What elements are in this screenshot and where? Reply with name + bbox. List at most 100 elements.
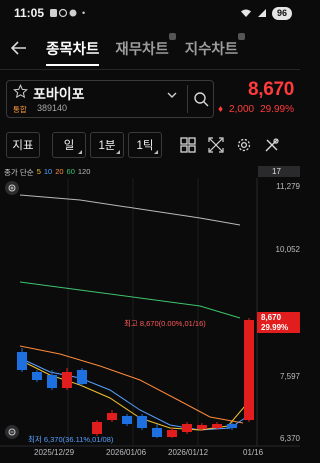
candle-up — [62, 372, 72, 388]
minute-button[interactable]: 1분 — [90, 132, 124, 158]
market-badge: 통합 — [13, 105, 27, 114]
back-arrow-icon — [11, 41, 26, 55]
notification-icons: • — [50, 8, 85, 18]
stock-selector[interactable]: 포바이포 통합 389140 — [6, 80, 214, 118]
tick-button[interactable]: 1틱 — [128, 132, 162, 158]
candle-down — [17, 352, 27, 370]
moving-average-legend: 종가 단순 5 10 20 60 120 — [4, 167, 90, 178]
chevron-down-icon — [167, 92, 177, 98]
status-time: 11:05 — [14, 6, 45, 20]
ma-120-line — [19, 194, 241, 226]
indicator-label: 지표 — [12, 140, 34, 152]
stock-name: 포바이포 — [33, 86, 85, 102]
candle-down — [227, 424, 237, 428]
candle-up — [212, 424, 222, 428]
minute-label: 1분 — [98, 140, 116, 152]
y-tick-label: 11,279 — [276, 182, 300, 191]
candle-up — [92, 422, 102, 434]
candle-down — [137, 416, 147, 428]
candles-group — [17, 318, 254, 438]
more-dot-icon: • — [82, 8, 86, 18]
tab-badge-icon — [168, 32, 176, 40]
chart-toolbar: 지표 일 1분 1틱 — [6, 132, 294, 158]
notification-icon — [50, 8, 77, 18]
candle-up — [167, 430, 177, 437]
grid-icon — [180, 137, 196, 153]
dropdown-corner-icon — [154, 150, 158, 154]
legend-ma-60: 60 — [66, 167, 75, 176]
signal-icon — [257, 9, 266, 17]
expand-icon — [208, 137, 224, 153]
price-tag-percent: 29.99% — [261, 323, 289, 332]
current-price: 8,670 — [247, 79, 294, 100]
layout-grid-button[interactable] — [174, 132, 202, 158]
tab-financial-chart[interactable]: 재무차트 — [115, 30, 176, 67]
dropdown-corner-icon — [78, 150, 82, 154]
search-button[interactable] — [187, 85, 213, 113]
tab-label: 종목차트 — [46, 41, 100, 58]
indicator-button[interactable]: 지표 — [6, 132, 40, 158]
zoom-out-icon — [8, 428, 15, 435]
settings-button[interactable] — [230, 132, 258, 158]
candle-down — [32, 372, 42, 380]
high-price-annotation: 최고 8,670(0.00%,01/16) — [124, 319, 206, 328]
price-tag-price: 8,670 — [261, 313, 282, 322]
tick-label: 1틱 — [136, 140, 154, 152]
period-label: 일 — [63, 140, 75, 152]
x-tick-label: 2026/01/12 — [168, 448, 209, 457]
x-tick-label: 2025/12/29 — [34, 448, 75, 457]
expand-button[interactable] — [202, 132, 230, 158]
price-change: ♦ 2,000 29.99% — [218, 104, 294, 115]
change-amount: 2,000 — [229, 104, 255, 115]
tab-label: 재무차트 — [115, 41, 169, 58]
ma-10-line — [19, 357, 246, 431]
tools-icon — [265, 138, 279, 152]
tab-label: 지수차트 — [184, 41, 239, 58]
candle-up — [244, 320, 254, 420]
candle-up — [107, 413, 117, 420]
legend-ma-20: 20 — [55, 167, 64, 176]
legend-ma-5: 5 — [36, 167, 41, 176]
zoom-in-icon — [8, 184, 15, 191]
visible-bar-count: 17 — [258, 166, 300, 177]
favorite-star-icon[interactable] — [13, 84, 28, 99]
tools-button[interactable] — [258, 132, 286, 158]
zoom-in-button[interactable] — [5, 181, 19, 195]
x-tick-label: 01/16 — [243, 448, 264, 457]
tab-badge-icon — [238, 32, 246, 40]
header-divider — [0, 69, 300, 70]
candle-down — [47, 375, 57, 388]
tab-index-chart[interactable]: 지수차트 — [184, 30, 246, 67]
low-price-annotation: 최저 6,370(36.11%,01/08) — [28, 435, 114, 444]
x-tick-label: 2026/01/06 — [106, 448, 147, 457]
change-percent: 29.99% — [260, 104, 294, 115]
ma-5-line — [19, 359, 246, 431]
period-day-button[interactable]: 일 — [52, 132, 86, 158]
search-icon — [193, 92, 208, 107]
y-tick-label: 10,052 — [275, 245, 300, 254]
y-tick-label: 6,370 — [279, 434, 300, 443]
ma-60-line — [19, 281, 241, 319]
app-header: 종목차트 재무차트 지수차트 — [0, 28, 300, 68]
zoom-out-button[interactable] — [5, 425, 19, 439]
candle-down — [77, 370, 87, 384]
gear-icon — [237, 138, 251, 152]
candle-up — [182, 424, 192, 432]
y-tick-label: 7,597 — [279, 372, 300, 381]
stock-code: 389140 — [37, 103, 68, 113]
wifi-icon — [240, 9, 251, 17]
battery-level: 96 — [271, 6, 292, 20]
candle-down — [122, 416, 132, 424]
ma-20-line — [19, 345, 244, 424]
current-price-tag: 8,670 29.99% — [257, 312, 300, 333]
candle-up — [197, 425, 207, 429]
legend-ma-10: 10 — [43, 167, 53, 176]
candle-down — [152, 428, 162, 437]
legend-prefix: 종가 단순 — [4, 168, 34, 177]
legend-ma-120: 120 — [77, 167, 91, 176]
back-button[interactable] — [2, 31, 36, 65]
up-arrow-icon: ♦ — [217, 104, 224, 115]
dropdown-corner-icon — [116, 150, 120, 154]
status-bar: 11:05 • 96 — [0, 0, 300, 26]
tab-stock-chart[interactable]: 종목차트 — [46, 30, 100, 67]
